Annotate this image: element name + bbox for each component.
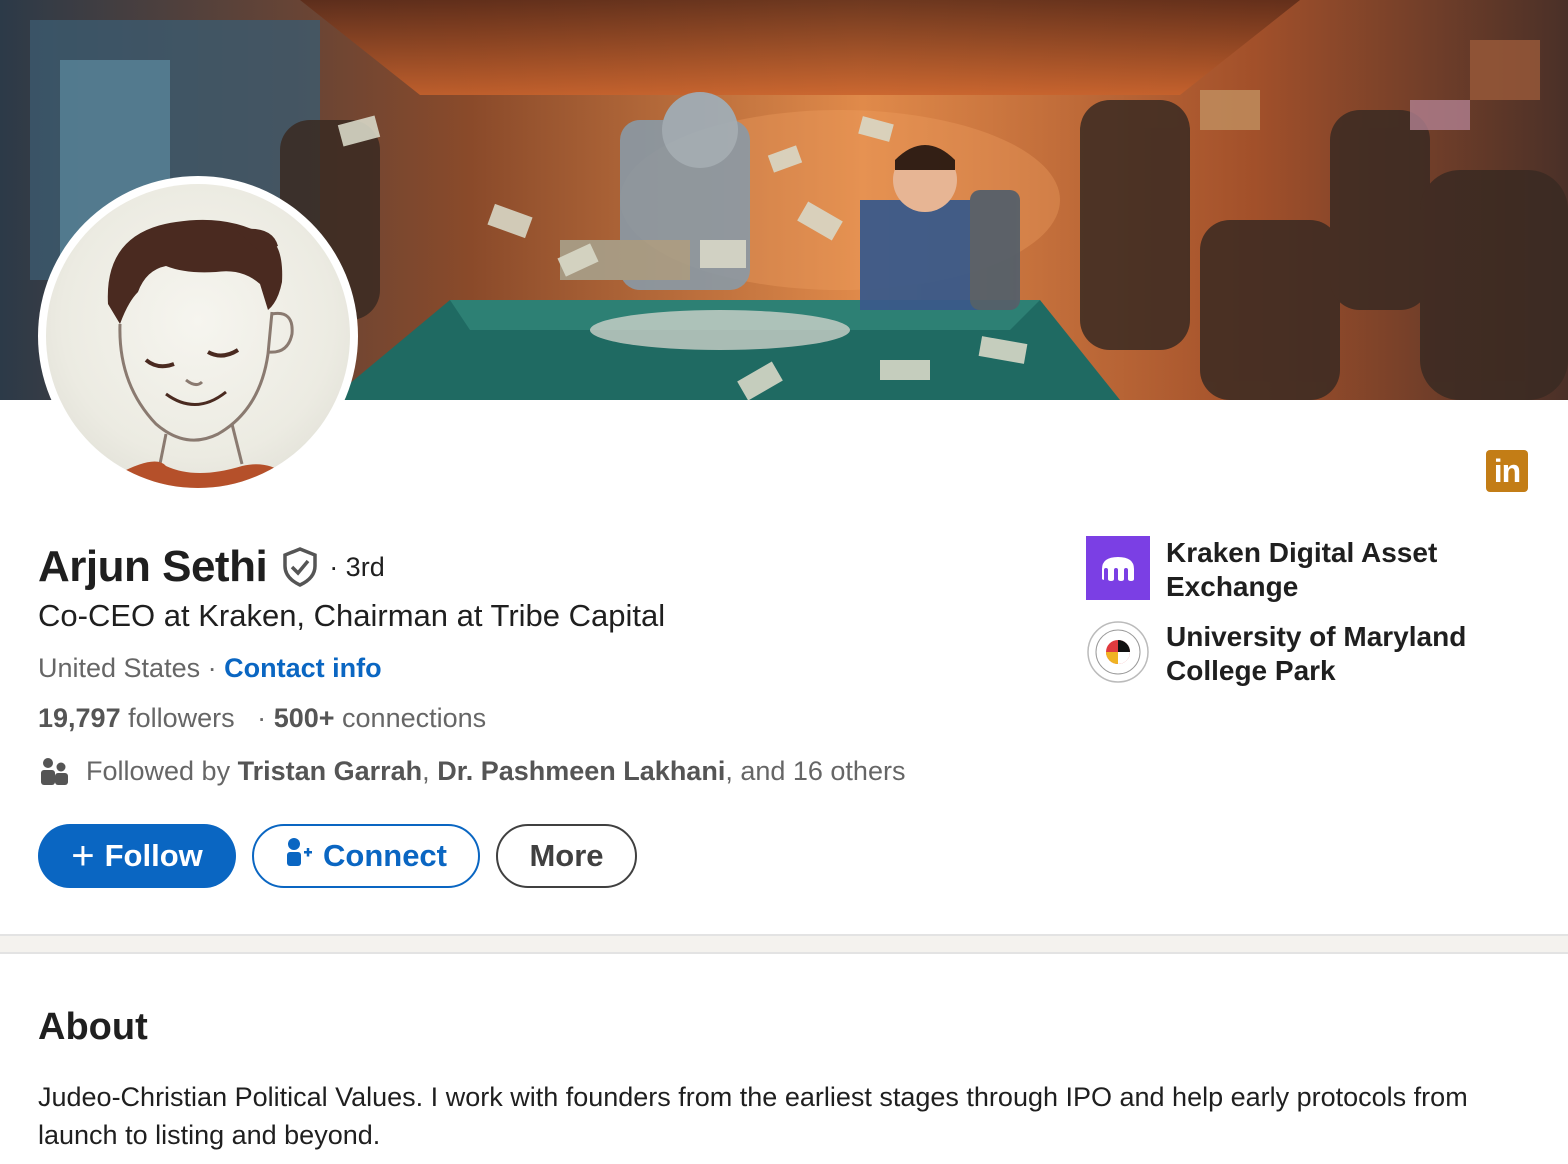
name-row: Arjun Sethi · 3rd [38, 540, 385, 594]
mutual-follower-1[interactable]: Tristan Garrah [238, 756, 423, 787]
more-button-label: More [529, 838, 604, 873]
linkedin-logo-icon: in [1486, 450, 1528, 492]
follow-button[interactable]: + Follow [38, 824, 236, 888]
verified-shield-icon[interactable] [281, 547, 319, 587]
org-name-kraken: Kraken Digital Asset Exchange [1166, 537, 1438, 602]
org-name-umd: University of Maryland College Park [1166, 621, 1467, 686]
followed-by-row[interactable]: Followed by Tristan Garrah, Dr. Pashmeen… [38, 755, 905, 787]
profile-name: Arjun Sethi [38, 542, 268, 591]
followers-label: followers [128, 703, 235, 733]
org-current-company[interactable]: Kraken Digital Asset Exchange [1086, 536, 1556, 604]
location-separator: · [207, 653, 217, 683]
umd-seal-logo-icon [1086, 620, 1150, 684]
about-text: Judeo-Christian Political Values. I work… [38, 1082, 1468, 1150]
profile-headline: Co-CEO at Kraken, Chairman at Tribe Capi… [38, 598, 666, 633]
profile-location: United States [38, 653, 201, 683]
plus-icon: + [71, 834, 95, 878]
people-icon [38, 755, 70, 787]
contact-info-link[interactable]: Contact info [224, 653, 381, 683]
organizations-list: Kraken Digital Asset Exchange University… [1086, 536, 1556, 704]
followed-by-comma: , [422, 755, 430, 786]
profile-photo[interactable] [38, 176, 358, 496]
kraken-logo-icon [1086, 536, 1150, 600]
avatar [46, 184, 350, 488]
org-education[interactable]: University of Maryland College Park [1086, 620, 1556, 688]
about-title: About [38, 1006, 148, 1048]
mutual-follower-2[interactable]: Dr. Pashmeen Lakhani [437, 756, 725, 787]
stats-separator: · [257, 703, 267, 733]
add-person-icon [285, 837, 313, 875]
connection-degree: · 3rd [329, 551, 385, 582]
stats-row: 19,797 followers · 500+ connections [38, 703, 486, 734]
followed-by-suffix: , and 16 others [725, 755, 906, 786]
connect-button-label: Connect [323, 838, 447, 873]
profile-actions: + Follow Connect More [38, 824, 637, 888]
follow-button-label: Follow [104, 838, 203, 873]
connections-count[interactable]: 500+ [274, 703, 335, 733]
location-row: United States · Contact info [38, 653, 382, 684]
more-button[interactable]: More [496, 824, 637, 888]
connect-button[interactable]: Connect [252, 824, 480, 888]
followed-by-prefix: Followed by [86, 755, 231, 786]
followers-count: 19,797 [38, 703, 121, 733]
profile-top-card: in Arjun Sethi · 3rd Co-CEO at Kraken, C… [0, 0, 1568, 936]
about-section: About Judeo-Christian Political Values. … [0, 952, 1568, 1164]
section-divider [0, 936, 1568, 952]
connections-label[interactable]: connections [342, 703, 486, 733]
